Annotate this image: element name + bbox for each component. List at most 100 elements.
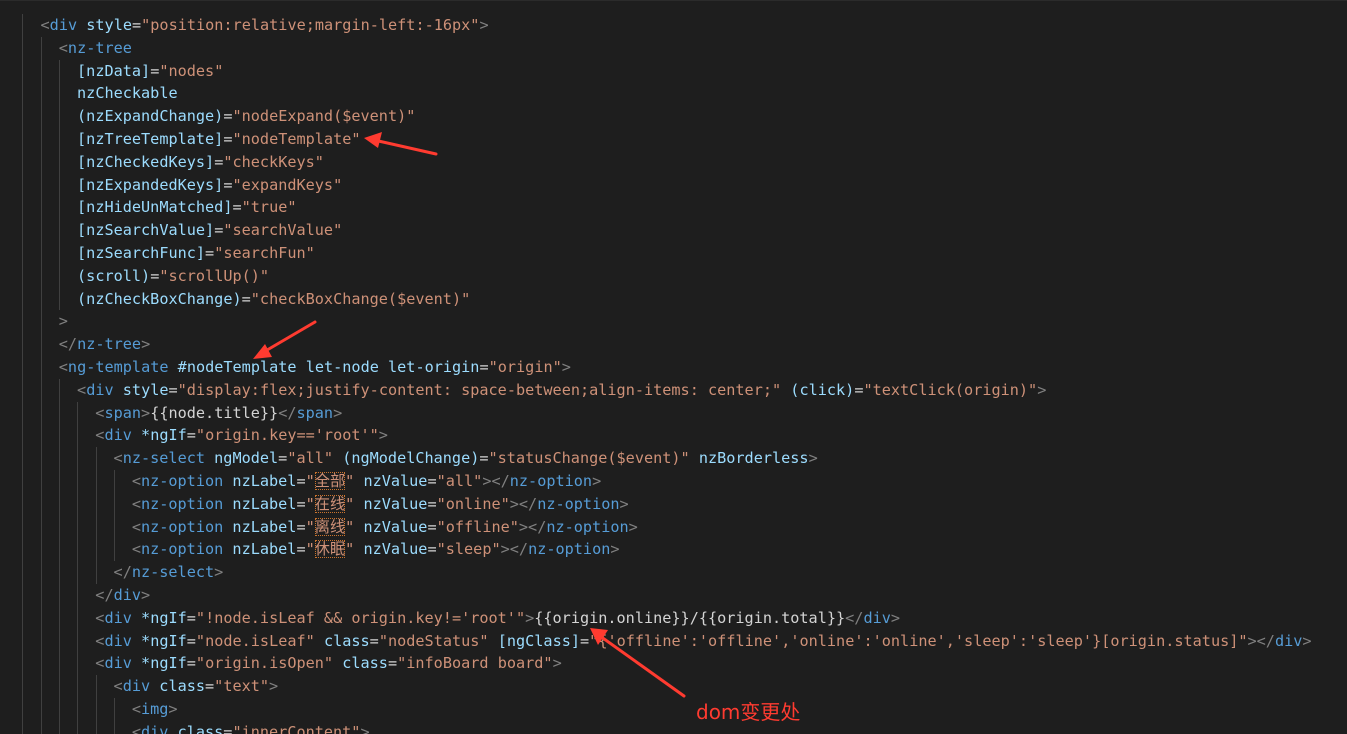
code-token: > [141,403,151,422]
code-line[interactable]: [nzHideUnMatched]="true" [0,196,1347,220]
indent-guide [41,652,42,676]
code-line[interactable]: </div> [0,583,1347,607]
code-line[interactable]: > [0,310,1347,334]
code-line[interactable]: <div style="position:relative;margin-lef… [0,14,1347,37]
code-token: > [525,608,535,627]
code-line-text: [nzSearchValue]="searchValue" [77,219,342,242]
code-line[interactable]: <nz-tree [0,36,1347,60]
indent-guide [41,469,42,493]
code-line[interactable]: <div class="text"> [0,675,1347,698]
indent-guide [41,515,42,539]
code-line[interactable]: [nzData]="nodes" [0,59,1347,83]
indent-guide [59,424,60,448]
code-editor[interactable]: <div style="position:relative;margin-lef… [0,0,1347,734]
code-token: nz-tree [77,335,142,354]
indent-guide [114,492,115,516]
code-line[interactable]: <img> [0,697,1347,721]
indent-guide [41,173,42,197]
code-line[interactable]: <div *ngIf="!node.isLeaf && origin.key!=… [0,606,1347,630]
indent-guide [22,538,23,562]
code-token: class [177,722,224,734]
indent-guide [22,59,23,83]
indent-guide [59,196,60,220]
code-token: > [1037,380,1047,399]
indent-guide [22,219,23,242]
code-line-text: [nzCheckedKeys]="checkKeys" [77,151,324,174]
code-token: = [186,608,196,627]
code-line-text: [nzSearchFunc]="searchFun" [77,242,315,265]
code-token: = [427,494,437,513]
indent-guide [22,652,23,676]
code-token: < [58,38,68,57]
code-line[interactable]: [nzTreeTemplate]="nodeTemplate" [0,127,1347,151]
code-line-text: (nzExpandChange)="nodeExpand($event)" [77,105,415,128]
code-line-text: [nzData]="nodes" [77,60,223,83]
code-line[interactable]: [nzSearchValue]="searchValue" [0,219,1347,242]
code-line[interactable]: </nz-tree> [0,333,1347,356]
indent-guide [59,105,60,128]
code-line[interactable]: <div class="innerContent"> [0,720,1347,734]
indent-guide [41,629,42,653]
code-token: " [305,471,315,490]
code-token: > [808,449,818,468]
code-line[interactable]: <nz-select ngModel="all" (ngModelChange)… [0,447,1347,470]
code-token: (nzExpandChange) [77,107,224,126]
code-line[interactable]: [nzSearchFunc]="searchFun" [0,241,1347,265]
code-token: = [427,471,437,490]
code-token: "node.isLeaf" [195,631,315,650]
code-line[interactable]: <div *ngIf="origin.isOpen" class="infoBo… [0,652,1347,676]
cjk-highlight-token: 离线 [314,517,346,536]
indent-guide [77,447,78,470]
code-line[interactable]: <nz-option nzLabel="全部" nzValue="all"></… [0,469,1347,493]
code-token: div [104,631,132,650]
code-line[interactable]: <div *ngIf="node.isLeaf" class="nodeStat… [0,629,1347,653]
indent-guide [41,219,42,242]
indent-guide [41,310,42,334]
code-token: nz-option [140,471,224,490]
indent-guide [114,720,115,734]
code-token: "!node.isLeaf && origin.key!='root'" [195,608,526,627]
code-token: > [58,312,68,331]
code-line[interactable]: <nz-option nzLabel="离线" nzValue="offline… [0,515,1347,539]
code-token: img [140,699,169,718]
code-token: "position:relative;margin-left:-16px" [141,16,480,34]
code-token: " [305,540,315,559]
indent-guide [22,606,23,630]
code-line[interactable]: [nzExpandedKeys]="expandKeys" [0,173,1347,197]
code-token: "{'offline':'offline','online':'online',… [589,631,1248,650]
code-token: nz-option [509,471,593,490]
code-token: = [131,16,142,34]
cjk-highlight-token: 休眠 [314,540,346,559]
code-line[interactable]: nzCheckable [0,82,1347,106]
code-token: = [186,426,196,445]
code-token: "online" [436,494,510,513]
code-line[interactable]: (nzExpandChange)="nodeExpand($event)" [0,105,1347,128]
code-token: > [1302,631,1312,650]
code-line[interactable]: <div *ngIf="origin.key=='root'"> [0,424,1347,448]
code-token: > [168,699,178,718]
code-token: nzLabel [232,471,297,490]
code-line-text: <div *ngIf="!node.isLeaf && origin.key!=… [95,607,900,630]
code-line-text: [nzExpandedKeys]="expandKeys" [77,174,342,197]
indent-guide [41,447,42,470]
code-token: div [86,380,114,399]
code-line[interactable]: [nzCheckedKeys]="checkKeys" [0,150,1347,174]
code-line-text: [nzHideUnMatched]="true" [77,196,296,219]
code-line[interactable]: (nzCheckBoxChange)="checkBoxChange($even… [0,287,1347,311]
code-line[interactable]: </nz-select> [0,561,1347,584]
code-token: "searchValue" [223,221,343,240]
code-line[interactable]: <nz-option nzLabel="在线" nzValue="online"… [0,492,1347,516]
code-token: "sleep" [436,540,501,559]
code-line[interactable]: <div style="display:flex;justify-content… [0,378,1347,402]
code-line[interactable]: <nz-option nzLabel="休眠" nzValue="sleep">… [0,538,1347,562]
code-token: "nodes" [159,61,224,80]
code-token: " [345,471,355,490]
code-line[interactable]: (scroll)="scrollUp()" [0,264,1347,288]
code-token: nz-option [546,517,629,536]
code-line[interactable]: <ng-template #nodeTemplate let-node let-… [0,355,1347,379]
code-lines[interactable]: <div style="position:relative;margin-lef… [0,14,1347,734]
code-line[interactable]: <span>{{node.title}}</span> [0,401,1347,425]
